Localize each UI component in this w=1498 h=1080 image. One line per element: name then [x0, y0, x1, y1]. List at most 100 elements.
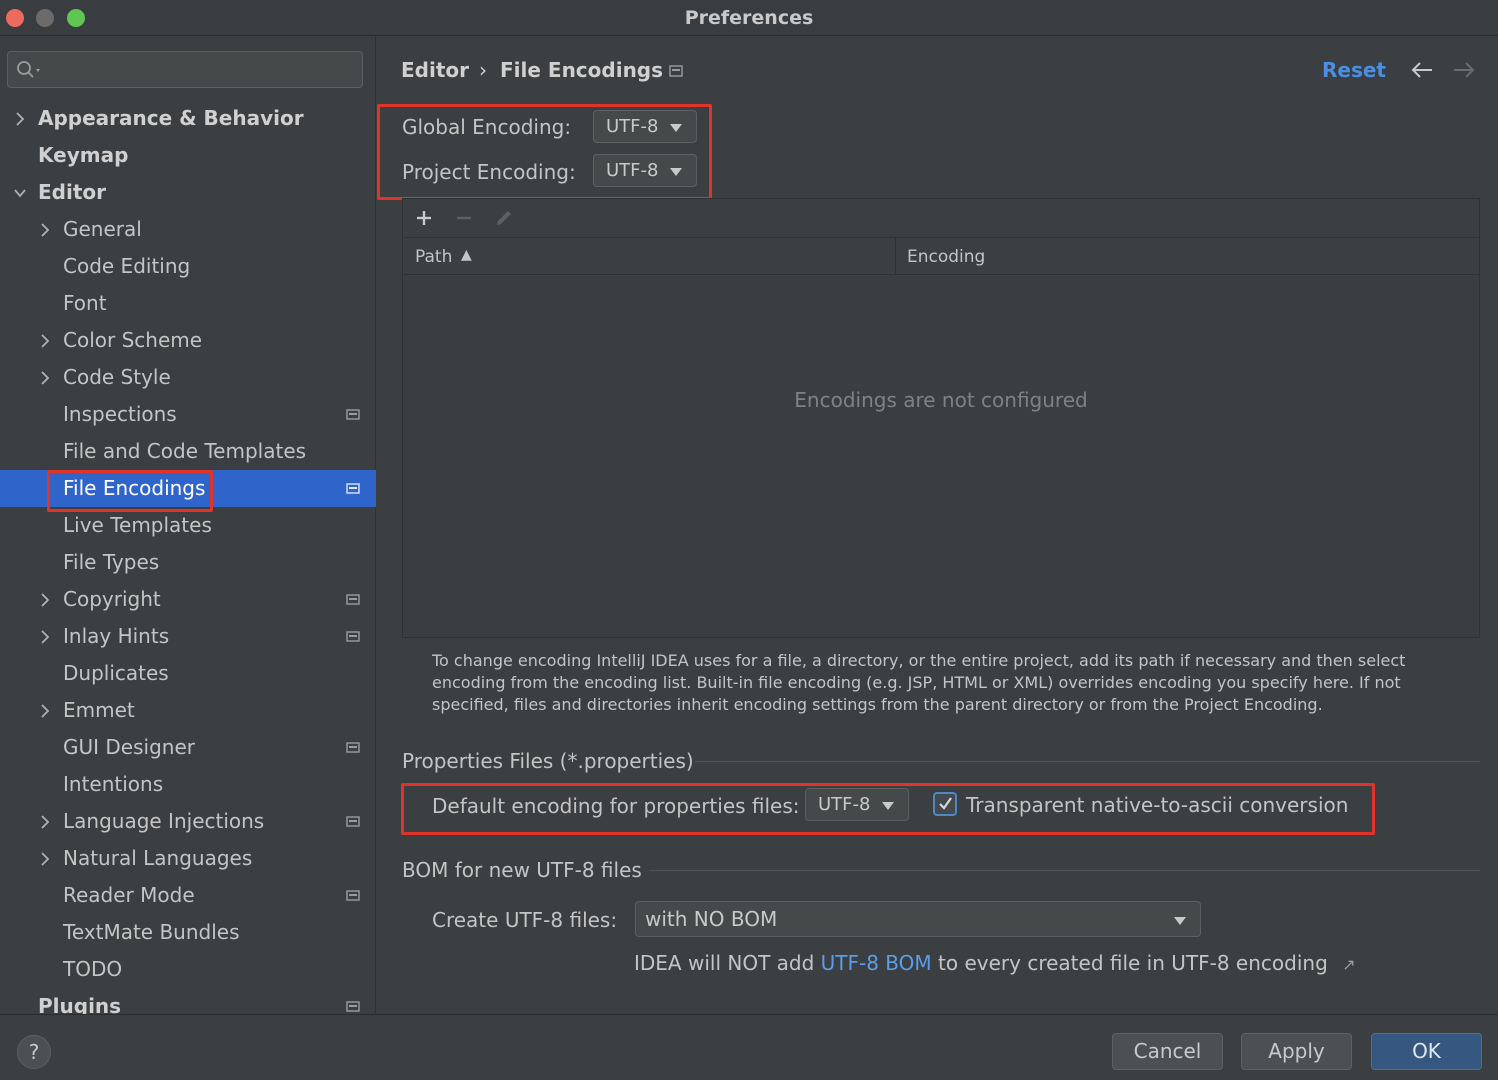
sidebar-item-font[interactable]: Font	[0, 285, 376, 322]
chevron-right-icon[interactable]	[39, 704, 51, 718]
back-arrow-icon[interactable]	[1410, 60, 1434, 80]
table-header: Path ▲ Encoding	[403, 237, 1479, 275]
default-properties-encoding-label: Default encoding for properties files:	[432, 794, 800, 818]
sidebar-item-label: File Types	[63, 550, 160, 574]
sidebar-item-inlay-hints[interactable]: Inlay Hints	[0, 618, 376, 655]
native-to-ascii-checkbox[interactable]	[933, 792, 957, 816]
path-encoding-table: Path ▲ Encoding Encodings are not config…	[402, 198, 1480, 638]
create-utf8-value: with NO BOM	[645, 907, 778, 931]
project-encoding-value: UTF-8	[606, 160, 659, 181]
add-icon[interactable]	[415, 209, 433, 227]
ok-button[interactable]: OK	[1371, 1033, 1482, 1070]
properties-encoding-select[interactable]: UTF-8	[805, 788, 909, 821]
sidebar-item-file-and-code-templates[interactable]: File and Code Templates	[0, 433, 376, 470]
sidebar-item-label: General	[63, 217, 142, 241]
chevron-right-icon[interactable]	[39, 593, 51, 607]
sidebar-item-label: Code Style	[63, 365, 171, 389]
sidebar-item-inspections[interactable]: Inspections	[0, 396, 376, 433]
properties-encoding-value: UTF-8	[818, 794, 871, 815]
bom-section-title: BOM for new UTF-8 files	[402, 858, 642, 882]
sidebar-item-editor[interactable]: Editor	[0, 174, 376, 211]
remove-icon[interactable]	[455, 209, 473, 227]
sidebar-item-label: Live Templates	[63, 513, 212, 537]
breadcrumb-file-encodings: File Encodings	[500, 58, 664, 82]
bom-note: IDEA will NOT add UTF-8 BOM to every cre…	[634, 951, 1356, 975]
sidebar-item-live-templates[interactable]: Live Templates	[0, 507, 376, 544]
encoding-help-text: To change encoding IntelliJ IDEA uses fo…	[432, 651, 1406, 714]
path-column-header[interactable]: Path	[415, 247, 452, 267]
sidebar-item-label: Code Editing	[63, 254, 191, 278]
sidebar-item-label: Reader Mode	[63, 883, 195, 907]
edit-pencil-icon[interactable]	[493, 207, 515, 229]
sidebar-item-general[interactable]: General	[0, 211, 376, 248]
global-encoding-select[interactable]: UTF-8	[593, 110, 697, 143]
search-icon	[17, 61, 40, 78]
project-encoding-select[interactable]: UTF-8	[593, 154, 697, 187]
chevron-right-icon[interactable]	[39, 852, 51, 866]
sidebar-item-emmet[interactable]: Emmet	[0, 692, 376, 729]
project-scope-icon	[346, 890, 360, 901]
chevron-right-icon[interactable]	[39, 815, 51, 829]
sidebar-item-label: TextMate Bundles	[63, 920, 240, 944]
chevron-right-icon[interactable]	[39, 223, 51, 237]
sidebar-item-intentions[interactable]: Intentions	[0, 766, 376, 803]
selected-item-highlight-box	[47, 470, 213, 512]
project-scope-icon	[346, 742, 360, 753]
external-link-icon[interactable]: ↗	[1342, 955, 1355, 974]
title-bar: Preferences	[0, 0, 1498, 36]
chevron-right-icon[interactable]	[39, 334, 51, 348]
chevron-down-icon[interactable]	[14, 186, 26, 200]
sidebar-item-appearance-behavior[interactable]: Appearance & Behavior	[0, 100, 376, 137]
sidebar-item-reader-mode[interactable]: Reader Mode	[0, 877, 376, 914]
encoding-column-header[interactable]: Encoding	[907, 247, 985, 267]
create-utf8-select[interactable]: with NO BOM	[635, 901, 1201, 937]
help-button[interactable]: ?	[17, 1035, 51, 1069]
properties-section-title: Properties Files (*.properties)	[402, 749, 694, 773]
sidebar-item-file-types[interactable]: File Types	[0, 544, 376, 581]
table-body[interactable]: Encodings are not configured	[403, 276, 1479, 637]
chevron-right-icon[interactable]	[14, 112, 26, 126]
sidebar-item-label: Inlay Hints	[63, 624, 170, 648]
sidebar-item-gui-designer[interactable]: GUI Designer	[0, 729, 376, 766]
global-encoding-value: UTF-8	[606, 116, 659, 137]
sidebar-item-code-editing[interactable]: Code Editing	[0, 248, 376, 285]
sidebar-item-duplicates[interactable]: Duplicates	[0, 655, 376, 692]
project-scope-icon	[346, 816, 360, 827]
sidebar-item-label: Font	[63, 291, 107, 315]
reset-link[interactable]: Reset	[1322, 58, 1386, 82]
sidebar-item-copyright[interactable]: Copyright	[0, 581, 376, 618]
sidebar-item-label: Editor	[38, 180, 106, 204]
settings-search-input[interactable]	[7, 51, 363, 88]
sidebar-item-label: GUI Designer	[63, 735, 195, 759]
sidebar-item-label: TODO	[63, 957, 123, 981]
project-scope-icon	[346, 483, 360, 494]
utf8-bom-link[interactable]: UTF-8 BOM	[821, 951, 932, 975]
sidebar-item-natural-languages[interactable]: Natural Languages	[0, 840, 376, 877]
sidebar-item-label: Appearance & Behavior	[38, 106, 304, 130]
native-to-ascii-label[interactable]: Transparent native-to-ascii conversion	[966, 793, 1348, 817]
sidebar-item-language-injections[interactable]: Language Injections	[0, 803, 376, 840]
sidebar-item-label: Keymap	[38, 143, 129, 167]
sidebar-item-textmate-bundles[interactable]: TextMate Bundles	[0, 914, 376, 951]
sidebar-item-label: Inspections	[63, 402, 177, 426]
apply-button[interactable]: Apply	[1241, 1033, 1352, 1070]
sort-ascending-icon: ▲	[461, 247, 472, 263]
breadcrumb-editor[interactable]: Editor	[401, 58, 469, 82]
sidebar-item-keymap[interactable]: Keymap	[0, 137, 376, 174]
sidebar-item-todo[interactable]: TODO	[0, 951, 376, 988]
sidebar-item-label: Color Scheme	[63, 328, 203, 352]
sidebar-item-code-style[interactable]: Code Style	[0, 359, 376, 396]
empty-table-text: Encodings are not configured	[794, 388, 1088, 412]
sidebar-item-label: Emmet	[63, 698, 135, 722]
chevron-right-icon[interactable]	[39, 371, 51, 385]
sidebar-item-color-scheme[interactable]: Color Scheme	[0, 322, 376, 359]
table-toolbar	[403, 199, 1479, 237]
section-separator	[695, 761, 1480, 762]
cancel-button[interactable]: Cancel	[1112, 1033, 1223, 1070]
dialog-button-bar: ? Cancel Apply OK	[0, 1014, 1498, 1080]
sidebar-item-label: File and Code Templates	[63, 439, 307, 463]
chevron-down-icon	[670, 168, 682, 176]
chevron-right-icon[interactable]	[39, 630, 51, 644]
sidebar-item-label: Intentions	[63, 772, 164, 796]
forward-arrow-icon[interactable]	[1452, 60, 1476, 80]
